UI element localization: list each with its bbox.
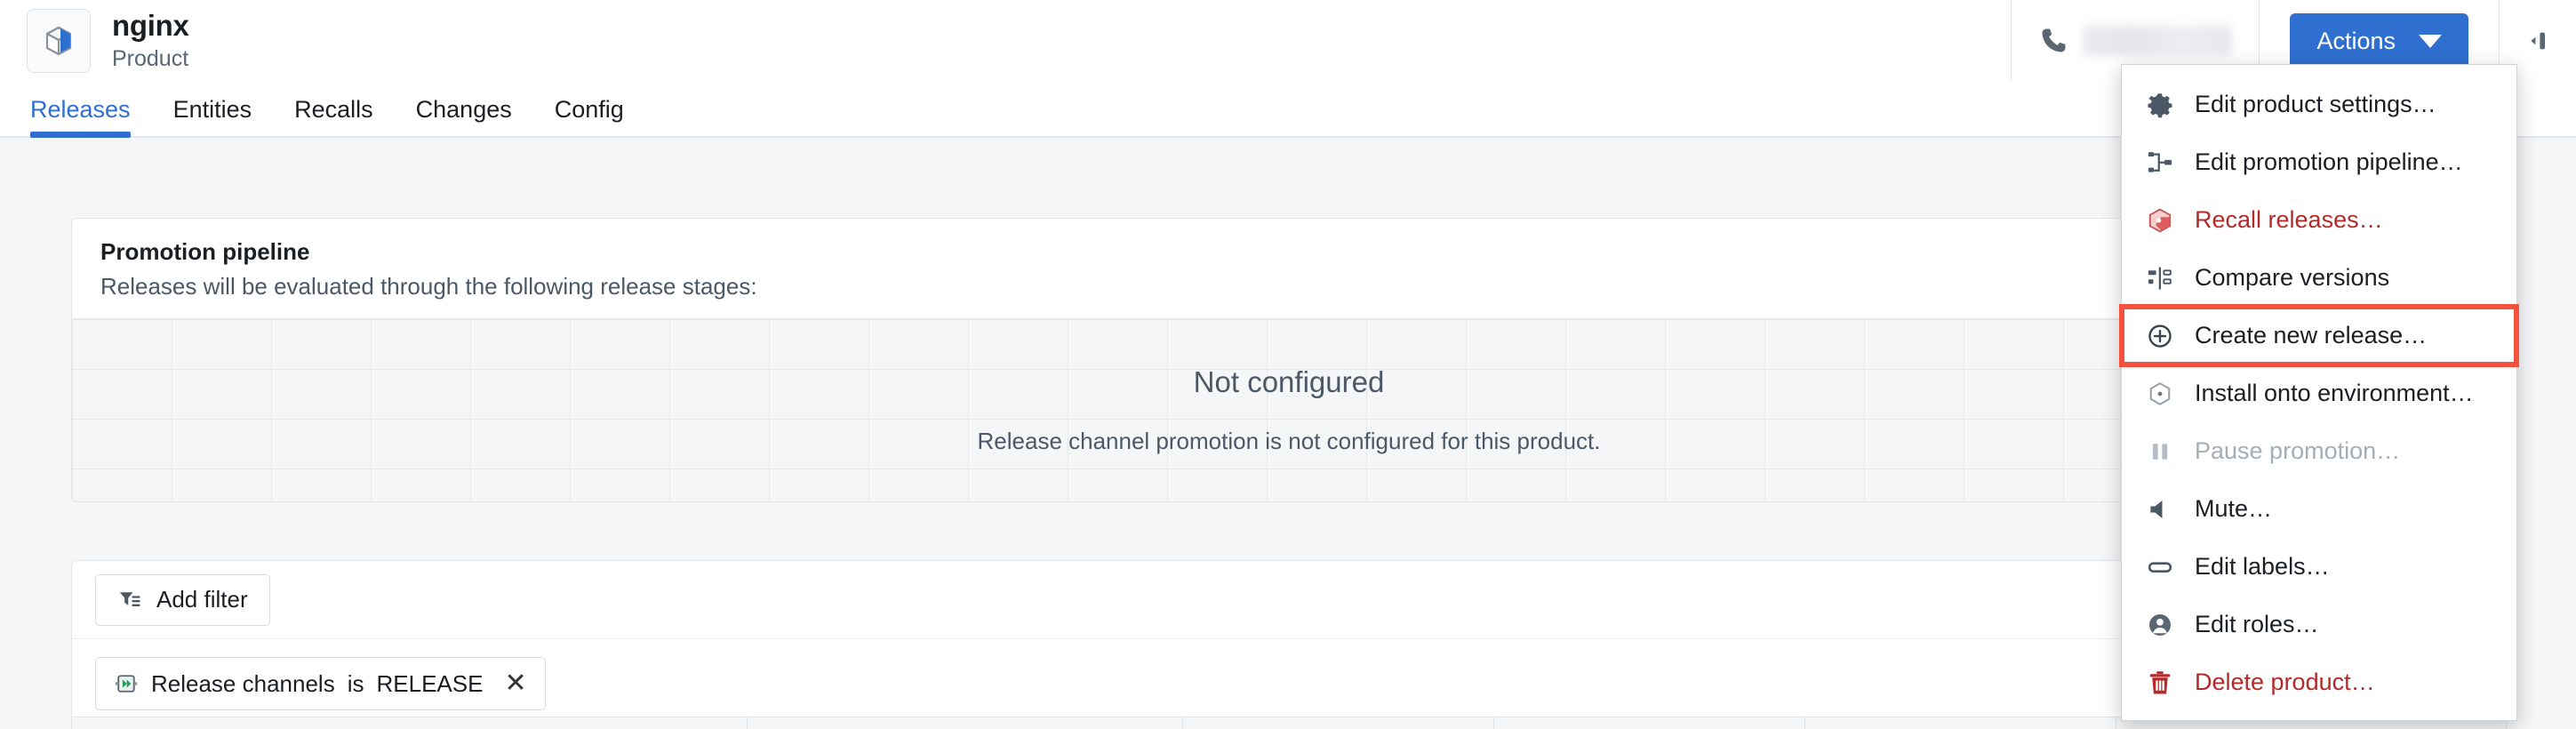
- speaker-mute-icon: [2145, 496, 2175, 523]
- user-circle-icon: [2145, 612, 2175, 638]
- menu-item-compare-versions[interactable]: Compare versions: [2122, 249, 2516, 307]
- menu-item-label: Delete product…: [2195, 669, 2375, 695]
- menu-item-label: Pause promotion…: [2195, 437, 2401, 464]
- menu-item-label: Edit roles…: [2195, 611, 2319, 637]
- filter-chip-value: RELEASE: [376, 669, 484, 697]
- menu-item-create-new-release[interactable]: Create new release…: [2119, 304, 2519, 367]
- tab-releases[interactable]: Releases: [30, 96, 131, 138]
- environment-icon: [2145, 381, 2175, 407]
- menu-item-label: Compare versions: [2195, 264, 2390, 291]
- column-header-migrations[interactable]: MIGRATIONS: [1494, 717, 1805, 729]
- plus-circle-icon: [2145, 323, 2175, 349]
- tab-config[interactable]: Config: [555, 96, 624, 136]
- phone-icon: [2042, 28, 2066, 52]
- actions-dropdown-menu: Edit product settings… Edit promotion pi…: [2119, 64, 2519, 721]
- label-pill-icon: [2145, 554, 2175, 581]
- menu-item-label: Mute…: [2195, 495, 2273, 522]
- product-heading: nginx Product: [112, 9, 189, 73]
- recall-tag-icon: [2145, 207, 2175, 234]
- product-avatar: [27, 9, 91, 73]
- cube-box-icon: [45, 26, 72, 56]
- obscured-contact-label: [2083, 26, 2233, 56]
- menu-item-label: Create new release…: [2195, 322, 2428, 348]
- filter-chip-field: Release channels: [151, 669, 335, 697]
- menu-item-edit-labels[interactable]: Edit labels…: [2122, 538, 2516, 596]
- compare-icon: [2145, 265, 2175, 292]
- add-filter-button[interactable]: Add filter: [95, 573, 270, 626]
- menu-item-label: Install onto environment…: [2195, 380, 2474, 406]
- menu-item-edit-product-settings[interactable]: Edit product settings…: [2122, 76, 2516, 133]
- pipeline-icon: [2145, 149, 2175, 176]
- actions-button[interactable]: Actions: [2290, 13, 2468, 68]
- menu-item-edit-promotion-pipeline[interactable]: Edit promotion pipeline…: [2122, 133, 2516, 191]
- filter-chip-operator: is: [347, 669, 364, 697]
- column-header-channels[interactable]: CHANNELS: [748, 717, 1183, 729]
- trash-icon: [2145, 669, 2175, 696]
- pipeline-empty-title: Not configured: [1193, 365, 1385, 398]
- menu-item-recall-releases[interactable]: Recall releases…: [2122, 191, 2516, 249]
- menu-item-mute[interactable]: Mute…: [2122, 480, 2516, 538]
- page-title: nginx: [112, 8, 189, 42]
- column-header-metadata[interactable]: METADATA: [1805, 717, 2116, 729]
- page-subtitle: Product: [112, 45, 189, 71]
- tab-entities[interactable]: Entities: [173, 96, 252, 136]
- menu-item-label: Recall releases…: [2195, 206, 2383, 233]
- menu-item-pause-promotion: Pause promotion…: [2122, 422, 2516, 480]
- pipeline-empty-subtitle: Release channel promotion is not configu…: [977, 428, 1601, 454]
- menu-item-label: Edit labels…: [2195, 553, 2330, 580]
- tab-recalls[interactable]: Recalls: [294, 96, 373, 136]
- close-icon[interactable]: ✕: [504, 670, 526, 697]
- chevron-down-icon: [2419, 34, 2442, 48]
- filter-icon: [119, 591, 140, 606]
- product-releases-page: nginx Product Actions Releases Entities …: [0, 0, 2576, 729]
- menu-item-edit-roles[interactable]: Edit roles…: [2122, 596, 2516, 653]
- tab-changes[interactable]: Changes: [416, 96, 512, 136]
- column-header-entities[interactable]: ENTITIES: [1183, 717, 1494, 729]
- menu-item-delete-product[interactable]: Delete product…: [2122, 653, 2516, 711]
- filter-chip-release-channels[interactable]: Release channels is RELEASE ✕: [95, 657, 546, 710]
- release-channel-icon: [115, 675, 138, 693]
- gear-icon: [2145, 92, 2175, 118]
- menu-item-label: Edit product settings…: [2195, 91, 2436, 117]
- add-filter-label: Add filter: [156, 586, 248, 613]
- collapse-panel-icon: [2531, 32, 2545, 50]
- menu-item-install-onto-environment[interactable]: Install onto environment…: [2122, 364, 2516, 422]
- pause-icon: [2145, 438, 2175, 465]
- actions-button-label: Actions: [2316, 27, 2396, 54]
- column-header-release[interactable]: RELEASE: [72, 717, 748, 729]
- menu-item-label: Edit promotion pipeline…: [2195, 148, 2463, 175]
